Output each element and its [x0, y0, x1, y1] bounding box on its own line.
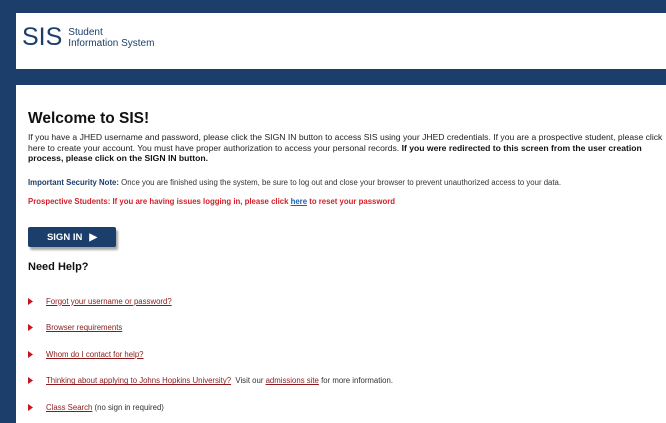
- contact-help-link[interactable]: Whom do I contact for help?: [46, 350, 144, 359]
- red-triangle-bullet-icon: [28, 350, 33, 358]
- help-list: Forgot your username or password? Browse…: [28, 288, 393, 421]
- red-triangle-bullet-icon: [28, 297, 33, 305]
- help-item-browser: Browser requirements: [28, 315, 393, 342]
- red-triangle-bullet-icon: [28, 377, 33, 385]
- logo-text: SIS: [22, 23, 63, 51]
- forgot-credentials-link[interactable]: Forgot your username or password?: [46, 297, 172, 306]
- red-triangle-bullet-icon: [28, 403, 33, 411]
- browser-requirements-link[interactable]: Browser requirements: [46, 323, 122, 332]
- help-item-applying: Thinking about applying to Johns Hopkins…: [28, 368, 393, 395]
- play-arrow-icon: ▶: [89, 231, 98, 243]
- class-search-suffix: (no sign in required): [92, 402, 164, 412]
- prospect-text: Prospective Students: If you are having …: [28, 197, 291, 206]
- applying-mid-text: Visit our: [231, 376, 266, 386]
- help-item-forgot: Forgot your username or password?: [28, 288, 393, 315]
- reset-password-link[interactable]: here: [291, 197, 307, 206]
- help-heading: Need Help?: [28, 261, 89, 273]
- main-panel: Welcome to SIS! If you have a JHED usern…: [16, 85, 666, 423]
- class-search-link[interactable]: Class Search: [46, 403, 92, 412]
- security-label: Important Security Note:: [28, 178, 119, 187]
- nav-band: [16, 69, 666, 85]
- security-note: Important Security Note: Once you are fi…: [28, 178, 666, 187]
- prospective-students-note: Prospective Students: If you are having …: [28, 197, 395, 206]
- help-item-class-search: Class Search (no sign in required): [28, 394, 393, 421]
- intro-paragraph: If you have a JHED username and password…: [28, 132, 666, 164]
- security-text: Once you are finished using the system, …: [118, 178, 562, 187]
- red-triangle-bullet-icon: [28, 324, 33, 332]
- header: SIS Student Information System: [16, 13, 666, 69]
- sign-in-label: SIGN IN: [46, 231, 83, 243]
- applying-suffix-text: for more information.: [318, 376, 394, 386]
- admissions-site-link[interactable]: admissions site: [266, 376, 319, 385]
- logo-subtitle-line1: Student: [68, 26, 103, 38]
- logo-subtitle: Student Information System: [68, 27, 154, 49]
- page-title: Welcome to SIS!: [28, 110, 150, 127]
- help-item-contact: Whom do I contact for help?: [28, 341, 393, 368]
- sis-logo[interactable]: SIS Student Information System: [22, 25, 154, 50]
- applying-jhu-link[interactable]: Thinking about applying to Johns Hopkins…: [46, 376, 231, 385]
- sign-in-button[interactable]: SIGN IN ▶: [28, 227, 116, 247]
- top-bar: [0, 0, 666, 10]
- prospect-suffix: to reset your password: [307, 197, 396, 206]
- logo-subtitle-line2: Information System: [68, 37, 155, 49]
